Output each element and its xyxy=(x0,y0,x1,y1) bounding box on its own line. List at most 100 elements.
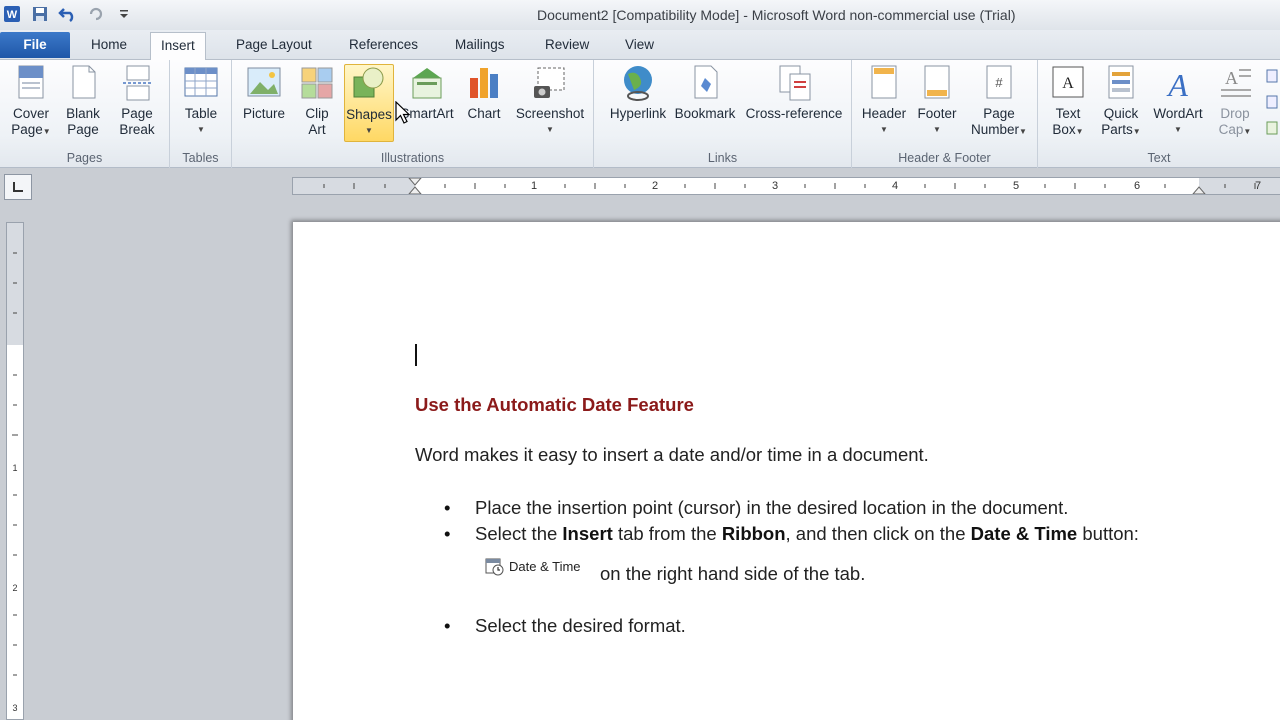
ruler-number: 3 xyxy=(772,180,779,192)
page-break-button[interactable]: Page Break xyxy=(112,64,162,138)
chart-label: Chart xyxy=(467,106,501,121)
bookmark-button[interactable]: Bookmark xyxy=(670,64,740,122)
picture-button[interactable]: Picture xyxy=(238,64,290,122)
drop-cap-label-2: Cap xyxy=(1218,122,1244,137)
cover-page-icon xyxy=(13,64,49,102)
svg-text:A: A xyxy=(1062,75,1074,92)
text-box-label-1: Text xyxy=(1055,106,1081,121)
mouse-pointer-icon xyxy=(395,100,411,128)
cross-reference-button[interactable]: Cross-reference xyxy=(742,64,846,122)
hyperlink-button[interactable]: Hyperlink xyxy=(600,64,676,122)
chevron-down-icon: ▼ xyxy=(197,125,205,134)
bullet-text-2-tail: on the right hand side of the tab. xyxy=(600,563,866,584)
date-time-label: Date & Time xyxy=(509,558,581,574)
ribbon-tabs: File Home Insert Page Layout References … xyxy=(0,30,1280,61)
document-page[interactable] xyxy=(293,222,1280,720)
group-label-illustrations: Illustrations xyxy=(380,151,445,165)
page-number-icon: # xyxy=(981,64,1017,102)
ruler-number: 4 xyxy=(892,180,899,192)
tab-stop-selector[interactable] xyxy=(4,174,32,200)
blank-page-label-2: Page xyxy=(67,122,99,137)
chart-button[interactable]: Chart xyxy=(460,64,508,122)
calendar-clock-icon xyxy=(485,558,504,576)
svg-text:1: 1 xyxy=(12,463,17,473)
save-icon[interactable] xyxy=(30,4,50,24)
bookmark-label: Bookmark xyxy=(674,106,736,121)
svg-text:A: A xyxy=(1166,67,1188,102)
shapes-button[interactable]: Shapes ▼ xyxy=(344,64,394,142)
group-illustrations: Picture Clip Art Shapes ▼ SmartArt Chart… xyxy=(232,60,594,168)
clip-art-icon xyxy=(299,64,335,102)
group-header-footer: Header ▼ Footer ▼ # Page Number▼ Header … xyxy=(852,60,1038,168)
page-number-label-1: Page xyxy=(983,106,1015,121)
shapes-label: Shapes xyxy=(346,107,392,122)
bullet-text-2: Select the Insert tab from the Ribbon, a… xyxy=(475,523,1139,544)
header-button[interactable]: Header ▼ xyxy=(858,64,910,138)
group-links: Hyperlink Bookmark Cross-reference Links xyxy=(594,60,852,168)
chevron-down-icon: ▼ xyxy=(880,125,888,134)
chevron-down-icon: ▼ xyxy=(365,126,373,135)
tab-mailings[interactable]: Mailings xyxy=(445,32,515,60)
clip-art-button[interactable]: Clip Art xyxy=(294,64,340,138)
page-number-label-2: Number xyxy=(971,122,1020,137)
date-time-button-image: Date & Time xyxy=(484,555,581,577)
bullet-marker: • xyxy=(444,497,451,518)
cross-reference-label: Cross-reference xyxy=(745,106,843,121)
window-title: Document2 [Compatibility Mode] - Microso… xyxy=(537,7,1016,23)
drop-cap-icon: A xyxy=(1217,64,1253,102)
vertical-ruler[interactable]: 1 2 3 xyxy=(6,222,24,720)
wordart-button[interactable]: A WordArt ▼ xyxy=(1146,64,1210,138)
chevron-down-icon: ▼ xyxy=(1019,127,1027,136)
blank-page-button[interactable]: Blank Page xyxy=(60,64,106,138)
tab-review[interactable]: Review xyxy=(535,32,599,60)
chevron-down-icon: ▼ xyxy=(1243,127,1252,136)
undo-icon[interactable] xyxy=(58,4,78,24)
table-button[interactable]: Table ▼ xyxy=(176,64,226,138)
screenshot-icon xyxy=(532,64,568,102)
ribbon: Cover Page▼ Blank Page Page Break Pages … xyxy=(0,60,1280,168)
quick-parts-button[interactable]: Quick Parts▼ xyxy=(1096,64,1146,140)
drop-cap-button[interactable]: A Drop Cap▼ xyxy=(1210,64,1260,140)
cross-reference-icon xyxy=(776,64,812,102)
wordart-label: WordArt xyxy=(1153,106,1203,121)
drop-cap-label-1: Drop xyxy=(1220,106,1250,121)
svg-text:A: A xyxy=(1225,68,1238,88)
hyperlink-label: Hyperlink xyxy=(609,106,667,121)
ruler-number: 5 xyxy=(1013,180,1020,192)
ruler-number: 2 xyxy=(652,180,659,192)
chart-icon xyxy=(466,64,502,102)
customize-toolbar-icon[interactable] xyxy=(114,4,134,24)
group-tables: Table ▼ Tables xyxy=(170,60,232,168)
text-box-icon: A xyxy=(1050,64,1086,102)
tab-view[interactable]: View xyxy=(615,32,664,60)
tab-home[interactable]: Home xyxy=(81,32,137,60)
quick-access-toolbar: W xyxy=(2,4,134,24)
word-app-icon[interactable]: W xyxy=(2,4,22,24)
ruler-ticks xyxy=(323,178,1256,194)
redo-icon[interactable] xyxy=(86,4,106,24)
table-icon xyxy=(183,64,219,102)
header-icon xyxy=(866,64,902,102)
chevron-down-icon: ▼ xyxy=(1174,125,1182,134)
ruler-number: 6 xyxy=(1134,180,1141,192)
tab-page-layout[interactable]: Page Layout xyxy=(226,32,322,60)
text-box-button[interactable]: A Text Box▼ xyxy=(1044,64,1092,140)
clip-art-label-2: Art xyxy=(308,122,326,137)
text-cursor xyxy=(415,344,417,366)
title-bar: W Document2 [Compatibility Mode] - Micro… xyxy=(0,0,1280,30)
text-box-label-2: Box xyxy=(1052,122,1076,137)
horizontal-ruler[interactable]: 1 2 3 4 5 6 7 xyxy=(292,177,1280,195)
cover-page-button[interactable]: Cover Page▼ xyxy=(6,64,56,140)
screenshot-button[interactable]: Screenshot ▼ xyxy=(510,64,590,138)
page-break-label-1: Page xyxy=(121,106,153,121)
picture-icon xyxy=(246,64,282,102)
footer-button[interactable]: Footer ▼ xyxy=(912,64,962,138)
page-number-button[interactable]: # Page Number▼ xyxy=(964,64,1034,140)
text-group-small-icons xyxy=(1266,68,1278,141)
tab-file[interactable]: File xyxy=(0,32,70,58)
tab-insert[interactable]: Insert xyxy=(150,32,206,61)
bookmark-icon xyxy=(687,64,723,102)
svg-text:3: 3 xyxy=(12,703,17,713)
tab-references[interactable]: References xyxy=(339,32,428,60)
group-pages: Cover Page▼ Blank Page Page Break Pages xyxy=(0,60,170,168)
